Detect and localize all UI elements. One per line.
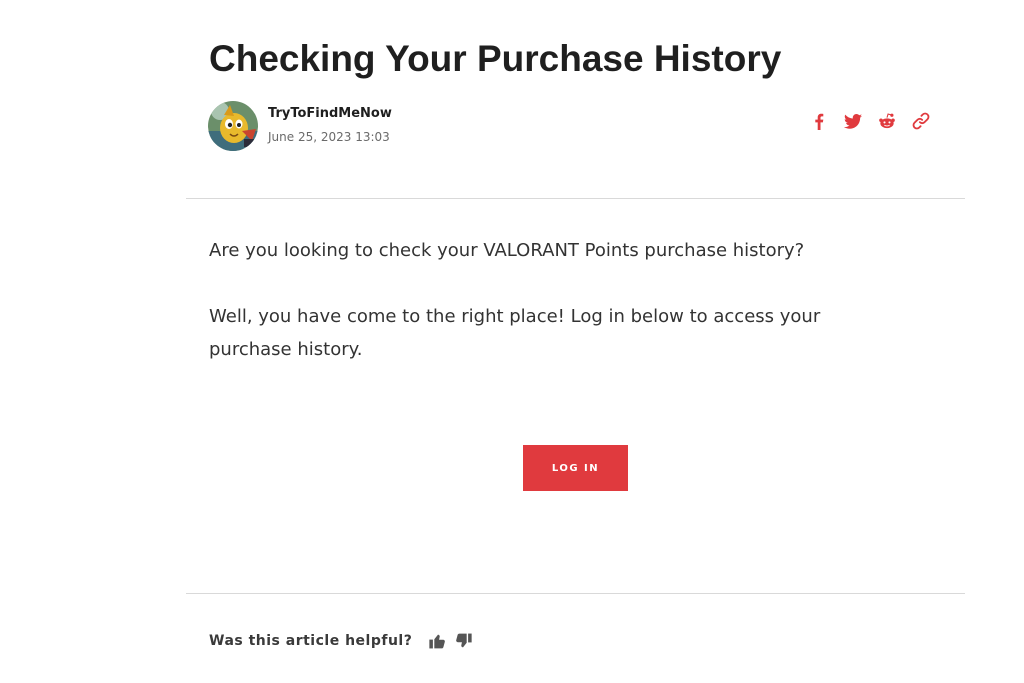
article-paragraph: Are you looking to check your VALORANT P… [209,240,805,261]
author-name[interactable]: TryToFindMeNow [268,106,392,121]
link-icon[interactable] [910,110,932,132]
article-title: Checking Your Purchase History [209,38,782,79]
author-avatar[interactable] [208,101,258,151]
share-bar [808,110,932,132]
header-divider [186,198,965,199]
facebook-icon[interactable] [808,110,830,132]
thumbs-down-icon[interactable] [452,631,474,651]
feedback-bar: Was this article helpful? [209,631,478,651]
twitter-icon[interactable] [842,110,864,132]
article-paragraph: Well, you have come to the right place! … [209,306,821,360]
feedback-question: Was this article helpful? [209,633,413,649]
reddit-icon[interactable] [876,110,898,132]
thumbs-up-icon[interactable] [426,631,448,651]
article-page: Checking Your Purchase History TryToFind… [0,0,1024,683]
login-button[interactable]: LOG IN [523,445,628,491]
footer-divider [186,593,965,594]
publish-date: June 25, 2023 13:03 [268,130,390,144]
